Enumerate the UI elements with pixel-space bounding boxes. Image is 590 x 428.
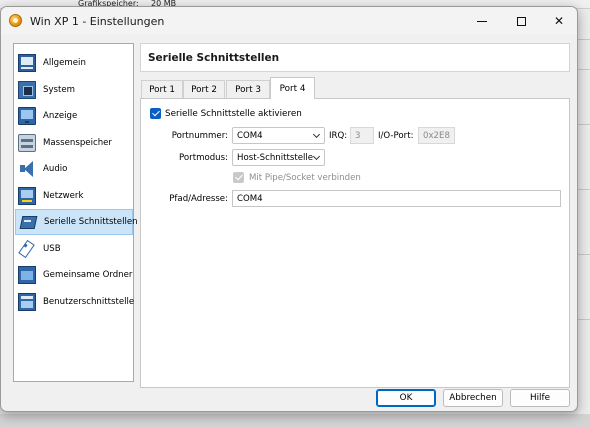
general-icon [18,54,36,72]
port-mode-combobox[interactable]: Host-Schnittstelle [232,149,325,166]
user-interface-icon [18,293,36,311]
serial-port-icon [19,213,37,231]
irq-label: IRQ: [329,131,348,141]
sidebar-item-netzwerk[interactable]: Netzwerk [15,183,133,209]
enable-port-checkbox[interactable] [150,108,161,119]
sidebar-item-label: Massenspeicher [43,138,112,148]
usb-icon [18,240,36,258]
tab-content-port-4: Serielle Schnittstelle aktivieren Portnu… [140,98,570,388]
storage-icon [18,134,36,152]
path-label: Pfad/Adresse: [169,194,228,204]
network-icon [18,187,36,205]
sidebar-item-label: Benutzerschnittstelle [43,297,135,307]
port-mode-value: Host-Schnittstelle [237,152,314,163]
io-port-label: I/O-Port: [378,131,414,141]
sidebar-item-label: System [43,85,76,95]
close-icon: ✕ [553,14,565,28]
sidebar-item-system[interactable]: System [15,77,133,103]
sidebar-item-audio[interactable]: Audio [15,156,133,182]
sidebar-item-benutzerschnittstelle[interactable]: Benutzerschnittstelle [15,289,135,315]
sidebar-item-usb[interactable]: USB [15,236,133,262]
enable-port-row[interactable]: Serielle Schnittstelle aktivieren [150,108,302,119]
sidebar-item-label: Anzeige [43,111,78,121]
irq-value: 3 [355,130,361,141]
tab-port-4[interactable]: Port 4 [270,77,315,99]
maximize-button[interactable] [504,7,538,35]
audio-icon [18,160,36,178]
help-button[interactable]: Hilfe [510,389,570,407]
sidebar-item-label: Gemeinsame Ordner [43,270,133,280]
tab-port-2[interactable]: Port 2 [183,80,225,99]
shared-folder-icon [18,266,36,284]
sidebar-item-massenspeicher[interactable]: Massenspeicher [15,130,133,156]
display-icon [18,107,36,125]
port-tabs: Port 1 Port 2 Port 3 Port 4 [140,77,570,99]
path-input[interactable]: COM4 [232,190,561,207]
sidebar-item-gemeinsame-ordner[interactable]: Gemeinsame Ordner [15,262,133,288]
io-port-field[interactable]: 0x2E8 [418,127,455,144]
sidebar-item-allgemein[interactable]: Allgemein [15,50,133,76]
pipe-socket-label: Mit Pipe/Socket verbinden [249,172,361,183]
sidebar-item-serielle-schnittstellen[interactable]: Serielle Schnittstellen [15,209,138,235]
maximize-icon [516,16,526,26]
settings-sidebar: Allgemein System Anzeige Massenspeicher … [13,43,138,382]
pipe-socket-checkbox[interactable] [233,172,244,183]
sidebar-item-label: Allgemein [43,58,86,68]
port-number-label: Portnummer: [171,131,228,141]
window-title: Win XP 1 - Einstellungen [30,15,165,28]
port-number-value: COM4 [237,130,263,141]
page-title: Serielle Schnittstellen [148,52,280,64]
pipe-socket-row[interactable]: Mit Pipe/Socket verbinden [233,172,361,183]
io-port-value: 0x2E8 [423,130,450,141]
panel-header: Serielle Schnittstellen [140,43,570,72]
minimize-icon [477,20,487,22]
enable-port-label: Serielle Schnittstelle aktivieren [165,108,302,119]
background-bottom [0,414,590,428]
settings-dialog: Win XP 1 - Einstellungen ✕ Allgemein Sys… [0,6,578,412]
port-number-combobox[interactable]: COM4 [232,127,325,144]
minimize-button[interactable] [465,7,499,35]
title-bar[interactable]: Win XP 1 - Einstellungen ✕ [1,7,577,35]
virtualbox-app-icon [9,14,22,27]
irq-field[interactable]: 3 [350,127,374,144]
chevron-down-icon [312,130,321,139]
system-icon [18,81,36,99]
ok-button[interactable]: OK [376,389,436,407]
cancel-button[interactable]: Abbrechen [443,389,503,407]
background-right-panel [578,9,590,428]
chevron-down-icon [312,152,321,161]
port-mode-label: Portmodus: [179,153,228,163]
sidebar-item-label: Audio [43,164,68,174]
tab-port-1[interactable]: Port 1 [141,80,183,99]
sidebar-item-label: USB [43,244,61,254]
sidebar-item-label: Serielle Schnittstellen [44,217,138,227]
path-value: COM4 [237,193,263,204]
close-button[interactable]: ✕ [542,7,576,35]
tab-port-3[interactable]: Port 3 [226,80,270,99]
sidebar-item-anzeige[interactable]: Anzeige [15,103,133,129]
sidebar-item-label: Netzwerk [43,191,84,201]
